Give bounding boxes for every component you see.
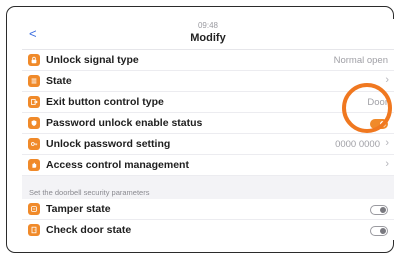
- row-label: Unlock password setting: [46, 138, 171, 150]
- check-door-state-toggle[interactable]: [370, 226, 388, 236]
- setting-row-state[interactable]: State ›: [22, 71, 394, 92]
- page-title: Modify: [190, 32, 226, 44]
- setting-row-check-door-state[interactable]: Check door state: [22, 220, 394, 240]
- section-header: Set the doorbell security parameters: [29, 188, 150, 197]
- row-label: State: [46, 75, 72, 87]
- chevron-right-icon: ›: [385, 137, 389, 149]
- shield-icon: [28, 117, 40, 129]
- highlight-ring: [342, 83, 392, 133]
- row-value: 0000 0000: [335, 139, 380, 150]
- tamper-state-toggle[interactable]: [370, 205, 388, 215]
- list-icon: [28, 75, 40, 87]
- row-label: Tamper state: [46, 203, 111, 215]
- setting-row-unlock-signal-type[interactable]: Unlock signal type Normal open: [22, 50, 394, 71]
- key-icon: [28, 138, 40, 150]
- exit-icon: [28, 96, 40, 108]
- tamper-icon: [28, 203, 40, 215]
- top-bar: < 09:48 Modify: [22, 19, 394, 50]
- door-icon: [28, 224, 40, 236]
- row-label: Access control management: [46, 159, 189, 171]
- hand-icon: [28, 159, 40, 171]
- app-screen: < 09:48 Modify Unlock signal type Normal…: [22, 19, 394, 240]
- setting-row-password-unlock-enable-status[interactable]: Password unlock enable status: [22, 113, 394, 134]
- setting-row-tamper-state[interactable]: Tamper state: [22, 199, 394, 220]
- setting-row-access-control-management[interactable]: Access control management ›: [22, 155, 394, 176]
- row-label: Unlock signal type: [46, 54, 139, 66]
- lock-icon: [28, 54, 40, 66]
- row-label: Password unlock enable status: [46, 117, 203, 129]
- row-label: Exit button control type: [46, 96, 164, 108]
- row-value: Normal open: [333, 55, 388, 66]
- chevron-right-icon: ›: [385, 74, 389, 86]
- row-label: Check door state: [46, 224, 132, 236]
- setting-row-unlock-password[interactable]: Unlock password setting 0000 0000 ›: [22, 134, 394, 155]
- setting-row-exit-button-control-type[interactable]: Exit button control type Door: [22, 92, 394, 113]
- status-time: 09:48: [197, 21, 219, 30]
- chevron-right-icon: ›: [385, 158, 389, 170]
